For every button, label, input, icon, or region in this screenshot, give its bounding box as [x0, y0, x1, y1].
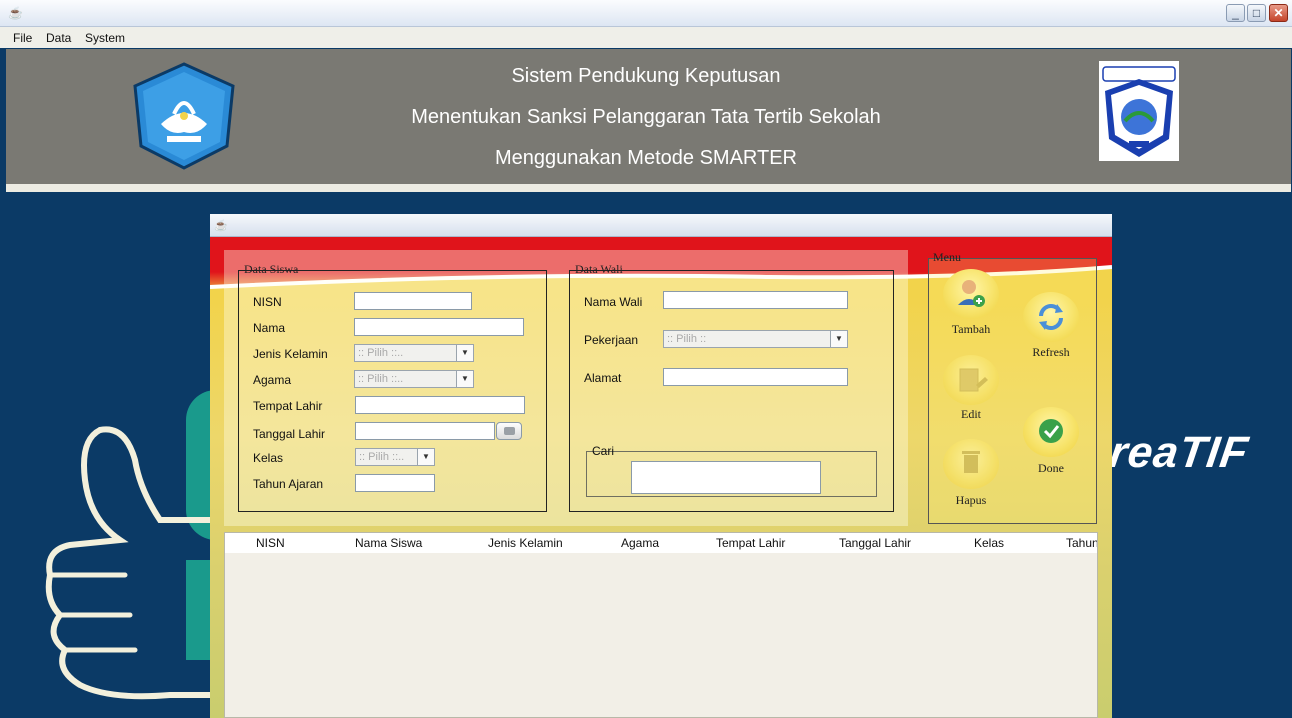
tahun-ajaran-label: Tahun Ajaran	[253, 477, 324, 491]
column-header-jenis-kelamin[interactable]: Jenis Kelamin	[488, 536, 563, 550]
menu-file[interactable]: File	[13, 31, 32, 45]
java-cup-icon: ☕	[8, 6, 23, 20]
tambah-label: Tambah	[951, 322, 991, 336]
pekerjaan-label: Pekerjaan	[584, 333, 639, 347]
search-input[interactable]	[631, 461, 821, 494]
dropdown-arrow-icon[interactable]: ▼	[417, 449, 434, 465]
column-header-nama-siswa[interactable]: Nama Siswa	[355, 536, 422, 550]
maximize-button[interactable]: □	[1247, 4, 1266, 22]
menu-group: Menu Tambah Refresh Edit Done Hapus	[928, 250, 1097, 524]
kelas-select[interactable]: :: Pilih ::.. ▼	[355, 448, 435, 466]
calendar-icon	[504, 427, 515, 435]
close-button[interactable]: ✕	[1269, 4, 1288, 22]
minimize-button[interactable]: _	[1226, 4, 1245, 22]
student-form-window: ☕ Data Siswa NISN Nama Jenis Kelamin :: …	[210, 214, 1112, 718]
pekerjaan-select[interactable]: :: Pilih :: ▼	[663, 330, 848, 348]
dropdown-arrow-icon[interactable]: ▼	[830, 331, 847, 347]
trash-icon	[962, 451, 980, 473]
alamat-label: Alamat	[584, 371, 622, 385]
tanggal-lahir-input[interactable]	[355, 422, 495, 440]
thumbs-up-art-icon	[45, 426, 210, 700]
table-header: NISN Nama Siswa Jenis Kelamin Agama Temp…	[225, 533, 1097, 553]
refresh-button[interactable]	[1023, 292, 1079, 342]
column-header-nisn[interactable]: NISN	[256, 536, 285, 550]
hapus-label: Hapus	[955, 493, 987, 507]
refresh-label: Refresh	[1032, 345, 1070, 359]
column-header-kelas[interactable]: Kelas	[974, 536, 1004, 550]
student-table[interactable]: NISN Nama Siswa Jenis Kelamin Agama Temp…	[224, 532, 1098, 718]
jenis-kelamin-select[interactable]: :: Pilih ::.. ▼	[354, 344, 474, 362]
hapus-button[interactable]	[943, 439, 999, 489]
menubar: File Data System	[0, 27, 1292, 48]
nisn-label: NISN	[253, 295, 282, 309]
tempat-lahir-label: Tempat Lahir	[253, 399, 323, 413]
minimize-icon: _	[1232, 6, 1239, 20]
school-logo	[1099, 61, 1179, 161]
edit-icon	[959, 368, 988, 392]
agama-label: Agama	[253, 373, 292, 387]
maximize-icon: □	[1252, 6, 1261, 20]
nama-wali-label: Nama Wali	[584, 295, 643, 309]
jenis-kelamin-label: Jenis Kelamin	[253, 347, 328, 361]
agama-value: :: Pilih ::..	[358, 373, 404, 385]
jenis-kelamin-value: :: Pilih ::..	[358, 347, 404, 359]
cari-legend: Cari	[592, 444, 615, 458]
refresh-icon	[1039, 304, 1063, 330]
agama-select[interactable]: :: Pilih ::.. ▼	[354, 370, 474, 388]
edit-label: Edit	[961, 407, 981, 421]
column-header-agama[interactable]: Agama	[621, 536, 659, 550]
cari-group: Cari	[586, 444, 877, 497]
menu-data[interactable]: Data	[46, 31, 71, 45]
school-emblem-icon	[1102, 66, 1176, 157]
alamat-input[interactable]	[663, 368, 848, 386]
background-art-text: reaTIF	[1106, 428, 1252, 477]
column-header-tanggal-lahir[interactable]: Tanggal Lahir	[839, 536, 911, 550]
inner-window-titlebar[interactable]: ☕	[210, 214, 1112, 237]
data-wali-legend: Data Wali	[575, 262, 623, 276]
data-siswa-legend: Data Siswa	[244, 262, 299, 276]
tanggal-lahir-label: Tanggal Lahir	[253, 427, 326, 441]
nama-label: Nama	[253, 321, 286, 335]
nisn-input[interactable]	[354, 292, 472, 310]
nama-wali-input[interactable]	[663, 291, 848, 309]
add-user-icon	[958, 280, 985, 307]
column-header-tempat-lahir[interactable]: Tempat Lahir	[716, 536, 785, 550]
edit-button[interactable]	[943, 355, 999, 405]
header-divider	[6, 184, 1291, 192]
menu-system[interactable]: System	[85, 31, 125, 45]
window-titlebar[interactable]: ☕ _ □ ✕	[0, 0, 1292, 27]
dropdown-arrow-icon[interactable]: ▼	[456, 345, 473, 361]
close-icon: ✕	[1273, 6, 1284, 20]
checkmark-icon	[1039, 419, 1063, 443]
done-button[interactable]	[1023, 407, 1079, 457]
java-cup-icon: ☕	[214, 220, 228, 232]
data-wali-group: Data Wali Nama Wali Pekerjaan :: Pilih :…	[569, 262, 894, 512]
date-picker-button[interactable]	[496, 422, 522, 440]
pekerjaan-value: :: Pilih ::	[667, 333, 707, 345]
tambah-button[interactable]	[943, 269, 999, 319]
tut-wuri-handayani-logo	[133, 62, 235, 170]
done-label: Done	[1038, 461, 1064, 475]
menu-legend: Menu	[933, 250, 961, 264]
tempat-lahir-input[interactable]	[355, 396, 525, 414]
kelas-value: :: Pilih ::..	[359, 451, 405, 463]
column-header-tahun[interactable]: Tahun	[1066, 536, 1097, 550]
kelas-label: Kelas	[253, 451, 284, 465]
nama-input[interactable]	[354, 318, 524, 336]
tahun-ajaran-input[interactable]	[355, 474, 435, 492]
dropdown-arrow-icon[interactable]: ▼	[456, 371, 473, 387]
data-siswa-group: Data Siswa NISN Nama Jenis Kelamin :: Pi…	[238, 262, 547, 512]
